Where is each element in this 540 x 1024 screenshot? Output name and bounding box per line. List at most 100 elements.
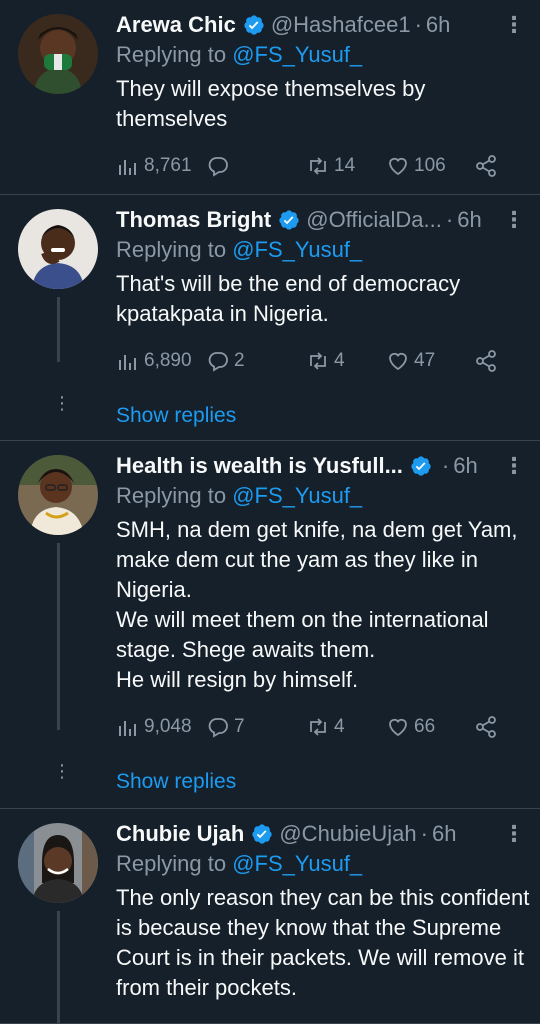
replying-to: Replying to @FS_Yusuf_ (116, 483, 524, 513)
more-options-icon[interactable]: ⋮ (495, 12, 525, 38)
replying-to-label: Replying to (116, 851, 227, 876)
show-replies-link[interactable]: Show replies (116, 383, 524, 449)
views-action[interactable]: 9,048 (116, 715, 206, 739)
views-action[interactable]: 8,761 (116, 154, 206, 178)
share-action[interactable] (474, 715, 498, 739)
replying-to-mention[interactable]: @FS_Yusuf_ (232, 42, 362, 67)
tweet-content: Arewa Chic @Hashafcee1 · 6h ⋮ Replying t… (100, 10, 525, 194)
like-count: 47 (414, 350, 436, 371)
thread-dots-icon: ⋮ (53, 761, 71, 781)
replying-to: Replying to @FS_Yusuf_ (116, 851, 524, 881)
tweet-header: Thomas Bright @OfficialDa... · 6h ⋮ (116, 205, 525, 235)
views-icon (119, 160, 136, 175)
views-action[interactable]: 6,890 (116, 349, 206, 373)
verified-badge-icon (244, 15, 264, 35)
tweet-actions: 9,048 7 4 66 (116, 705, 524, 749)
tweet-time[interactable]: 6h (457, 207, 481, 233)
replying-to-mention[interactable]: @FS_Yusuf_ (232, 483, 362, 508)
more-options-icon[interactable]: ⋮ (495, 453, 525, 479)
verified-badge-icon (279, 210, 299, 230)
time-separator: · (420, 821, 428, 846)
tweet-time[interactable]: 6h (453, 453, 477, 479)
retweet-count: 14 (334, 155, 356, 176)
more-options-icon[interactable]: ⋮ (495, 821, 525, 847)
avatar[interactable] (18, 14, 98, 94)
show-replies-link[interactable]: Show replies (116, 749, 524, 815)
retweet-action[interactable]: 4 (306, 349, 386, 373)
replies-feed: Arewa Chic @Hashafcee1 · 6h ⋮ Replying t… (0, 0, 540, 1024)
author-name[interactable]: Arewa Chic (116, 12, 236, 38)
avatar-image (18, 14, 98, 94)
share-action[interactable] (474, 349, 498, 373)
retweet-count: 4 (334, 350, 345, 371)
like-count: 106 (414, 155, 446, 176)
tweet-left-column (16, 819, 100, 1023)
reply-tweet-health-is-wealth[interactable]: ⋮ Health is wealth is Yusfull... · 6h ⋮ … (0, 441, 540, 809)
retweet-count: 4 (334, 716, 345, 737)
views-count: 6,890 (144, 350, 192, 371)
author-name[interactable]: Chubie Ujah (116, 821, 244, 847)
thread-line (57, 543, 60, 730)
tweet-header: Health is wealth is Yusfull... · 6h ⋮ (116, 451, 525, 481)
tweet-text-line: We will meet them on the international s… (116, 607, 489, 662)
reply-action[interactable] (206, 154, 306, 178)
views-count: 9,048 (144, 716, 192, 737)
author-handle[interactable]: @Hashafcee1 (271, 12, 411, 38)
reply-tweet-arewa-chic[interactable]: Arewa Chic @Hashafcee1 · 6h ⋮ Replying t… (0, 0, 540, 195)
avatar[interactable] (18, 455, 98, 535)
replying-to-label: Replying to (116, 483, 227, 508)
time-separator: · (441, 453, 450, 478)
like-count: 66 (414, 716, 436, 737)
time-separator: · (414, 12, 422, 37)
reply-action[interactable]: 2 (206, 349, 306, 373)
tweet-text: That's will be the end of democracy kpat… (116, 271, 461, 326)
retweet-action[interactable]: 14 (306, 154, 386, 178)
reply-icon (208, 157, 228, 177)
replying-to-label: Replying to (116, 42, 227, 67)
author-name[interactable]: Health is wealth is Yusfull... (116, 453, 403, 479)
tweet-text: They will expose themselves by themselve… (116, 76, 426, 131)
tweet-text-line: He will resign by himself. (116, 667, 359, 692)
thread-line (57, 911, 60, 1023)
views-count: 8,761 (144, 155, 192, 176)
retweet-icon (310, 718, 326, 736)
author-handle[interactable]: @ChubieUjah (279, 821, 416, 847)
avatar-image (18, 209, 98, 289)
heart-icon (389, 157, 407, 176)
retweet-action[interactable]: 4 (306, 715, 386, 739)
tweet-content: Chubie Ujah @ChubieUjah · 6h ⋮ Replying … (100, 819, 529, 1023)
like-action[interactable]: 106 (386, 154, 474, 178)
tweet-actions: 6,890 2 4 47 (116, 339, 524, 383)
avatar[interactable] (18, 823, 98, 903)
views-icon (119, 721, 136, 736)
author-handle[interactable]: @OfficialDa... (306, 207, 442, 233)
share-icon (476, 155, 496, 177)
reply-tweet-chubie-ujah[interactable]: Chubie Ujah @ChubieUjah · 6h ⋮ Replying … (0, 809, 540, 1024)
reply-icon (208, 718, 228, 738)
avatar-image (18, 823, 98, 903)
tweet-time[interactable]: 6h (426, 12, 450, 38)
heart-icon (389, 718, 407, 737)
author-name[interactable]: Thomas Bright (116, 207, 271, 233)
tweet-content: Health is wealth is Yusfull... · 6h ⋮ Re… (100, 451, 525, 808)
replying-to-mention[interactable]: @FS_Yusuf_ (232, 237, 362, 262)
avatar[interactable] (18, 209, 98, 289)
share-action[interactable] (474, 154, 498, 178)
tweet-text: The only reason they can be this confide… (116, 885, 530, 1000)
replying-to-mention[interactable]: @FS_Yusuf_ (232, 851, 362, 876)
tweet-header: Chubie Ujah @ChubieUjah · 6h ⋮ (116, 819, 525, 849)
thread-dots-icon: ⋮ (53, 393, 71, 413)
tweet-time[interactable]: 6h (432, 821, 456, 847)
thread-line (57, 297, 60, 362)
share-icon (476, 716, 496, 738)
more-options-icon[interactable]: ⋮ (495, 207, 525, 233)
tweet-actions: 8,761 14 106 (116, 144, 524, 188)
reply-tweet-thomas-bright[interactable]: ⋮ Thomas Bright @OfficialDa... · 6h ⋮ Re… (0, 195, 540, 441)
like-action[interactable]: 47 (386, 349, 474, 373)
retweet-icon (310, 352, 326, 370)
tweet-text: SMH, na dem get knife, na dem get Yam, m… (116, 515, 536, 695)
like-action[interactable]: 66 (386, 715, 474, 739)
reply-action[interactable]: 7 (206, 715, 306, 739)
reply-count: 2 (234, 350, 245, 371)
share-icon (476, 350, 496, 372)
